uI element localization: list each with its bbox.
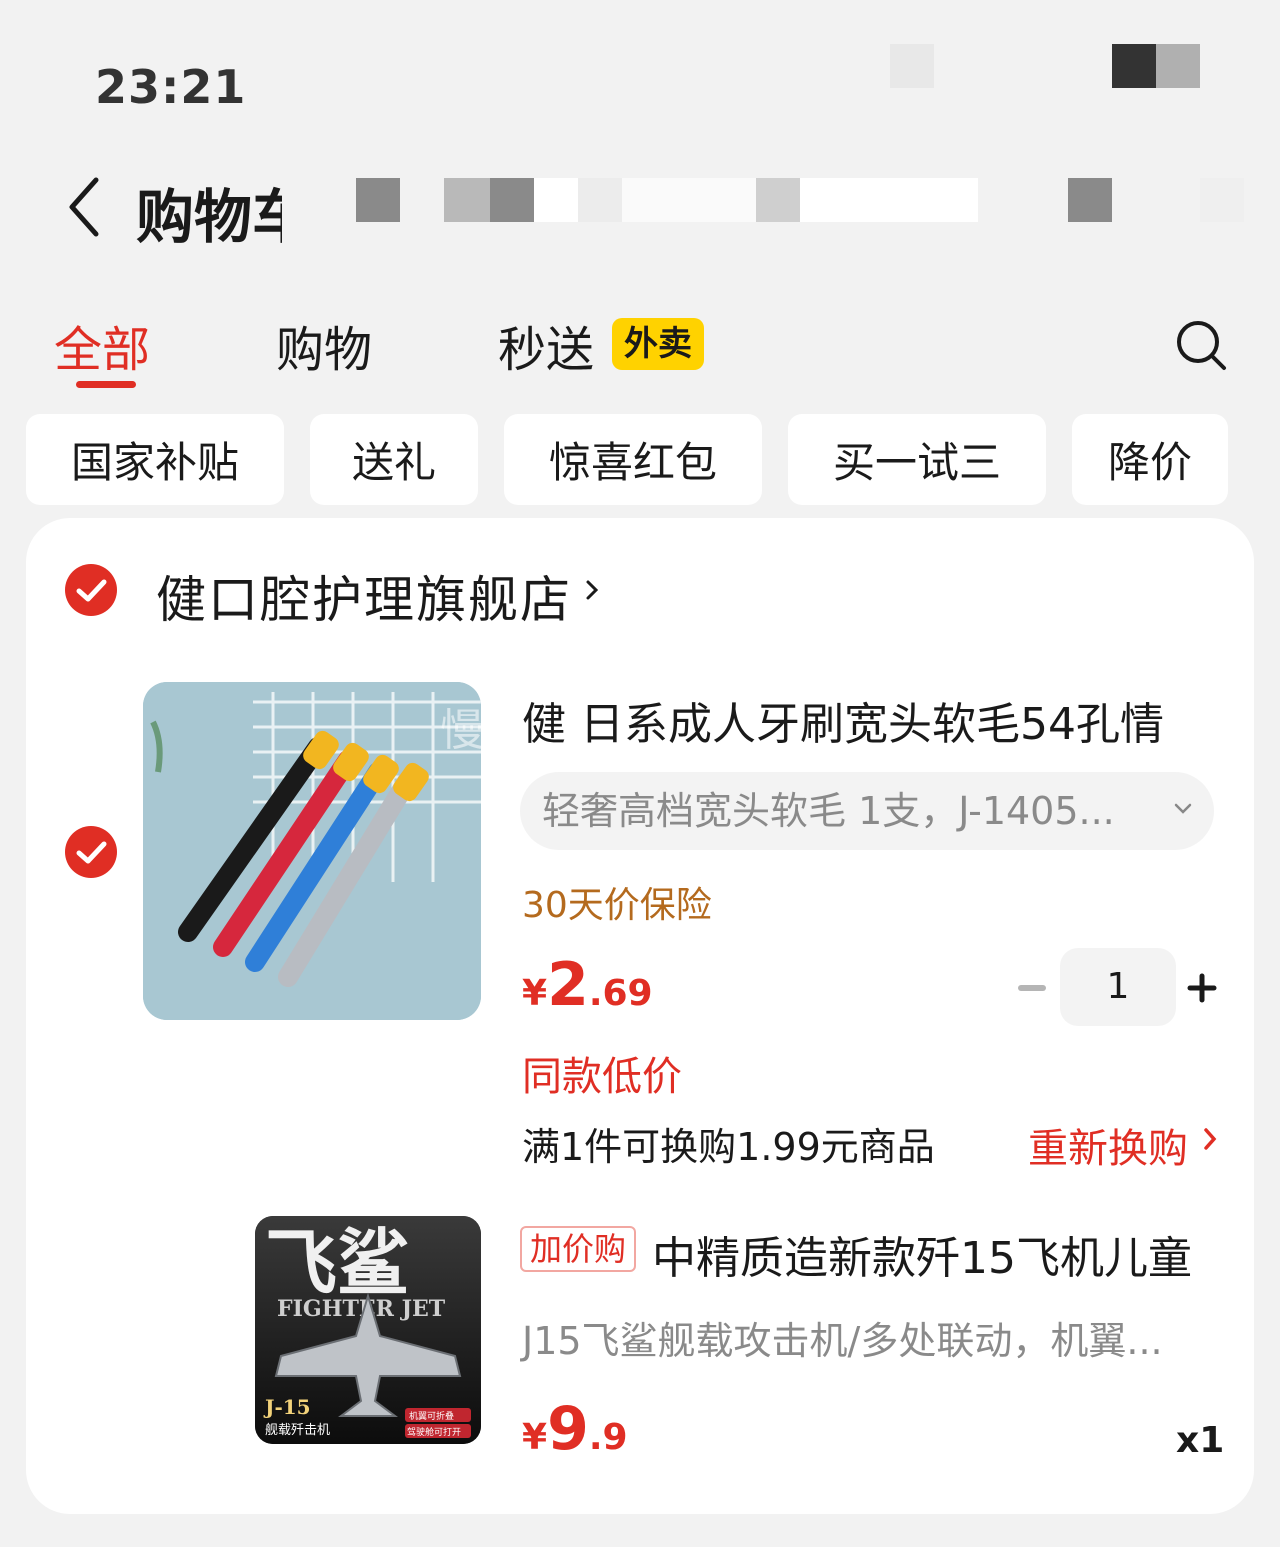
price-guarantee-label: 30天价保险 [522,885,712,926]
battery-icon [1112,44,1156,88]
back-arrow-icon[interactable] [62,172,112,242]
quantity-increase-button[interactable] [1187,973,1217,1003]
chevron-right-icon[interactable] [584,576,600,604]
item-price: ¥9.9 [522,1394,628,1464]
jet-image-model: J-15 [263,1395,311,1419]
status-time: 23:21 [95,60,247,114]
store-name[interactable]: 健口腔护理旗舰店 [156,560,572,632]
addon-purchase-badge: 加价购 [520,1226,637,1272]
toothbrush-product-image[interactable] [143,682,481,1020]
chevron-right-icon[interactable] [1202,1124,1218,1154]
store-checkbox[interactable] [64,563,118,617]
quantity-decrease-button[interactable] [1018,985,1046,991]
tab-active-indicator [76,381,136,388]
filter-chip-subsidy[interactable]: 国家补贴 [26,414,284,505]
page-title: 购物车 [136,183,282,251]
filter-chip-red-packet[interactable]: 惊喜红包 [504,414,762,505]
rebuy-link[interactable]: 重新换购 [1028,1116,1188,1174]
jet-image-tag-1: 机翼可折叠 [409,1410,454,1422]
battery-icon-level [1156,44,1200,88]
spec-selector[interactable]: 轻奢高档宽头软毛 1支，J-1405... [520,772,1214,850]
search-icon[interactable] [1174,318,1230,374]
filter-chip-price-drop[interactable]: 降价 [1072,414,1228,505]
item-checkbox[interactable] [64,825,118,879]
image-watermark: 慢星 [440,705,528,756]
product-subtitle: J15飞鲨舰载攻击机/多处联动，机翼... [522,1319,1163,1363]
filter-chip-gift[interactable]: 送礼 [310,414,478,505]
tab-shopping[interactable]: 购物 [276,310,372,380]
item-quantity: x1 [1176,1420,1225,1461]
jet-image-title: 飞鲨 [265,1220,409,1305]
tab-all[interactable]: 全部 [54,310,150,380]
exchange-offer-text: 满1件可换购1.99元商品 [522,1125,935,1169]
chevron-down-icon[interactable] [1172,801,1194,817]
quantity-input[interactable]: 1 [1060,948,1176,1026]
jet-image-tag-2: 驾驶舱可打开 [407,1426,461,1438]
takeout-badge: 外卖 [612,318,704,370]
product-title[interactable]: 健 日系成人牙刷宽头软毛54孔情 [522,688,1212,752]
product-title[interactable]: 中精质造新款歼15飞机儿童 [652,1222,1212,1286]
filter-chip-try[interactable]: 买一试三 [788,414,1046,505]
same-item-low-price-tag: 同款低价 [522,1054,682,1100]
tab-instant-delivery[interactable]: 秒送 [498,310,594,380]
jet-image-caption: 舰载歼击机 [265,1423,330,1438]
item-price: ¥2.69 [522,950,653,1020]
jet-toy-product-image[interactable]: 飞鲨 FIGHTER JET J-15 舰载歼击机 机翼可折叠 驾驶舱可打开 [255,1216,481,1444]
status-icons-blurred [890,44,934,88]
